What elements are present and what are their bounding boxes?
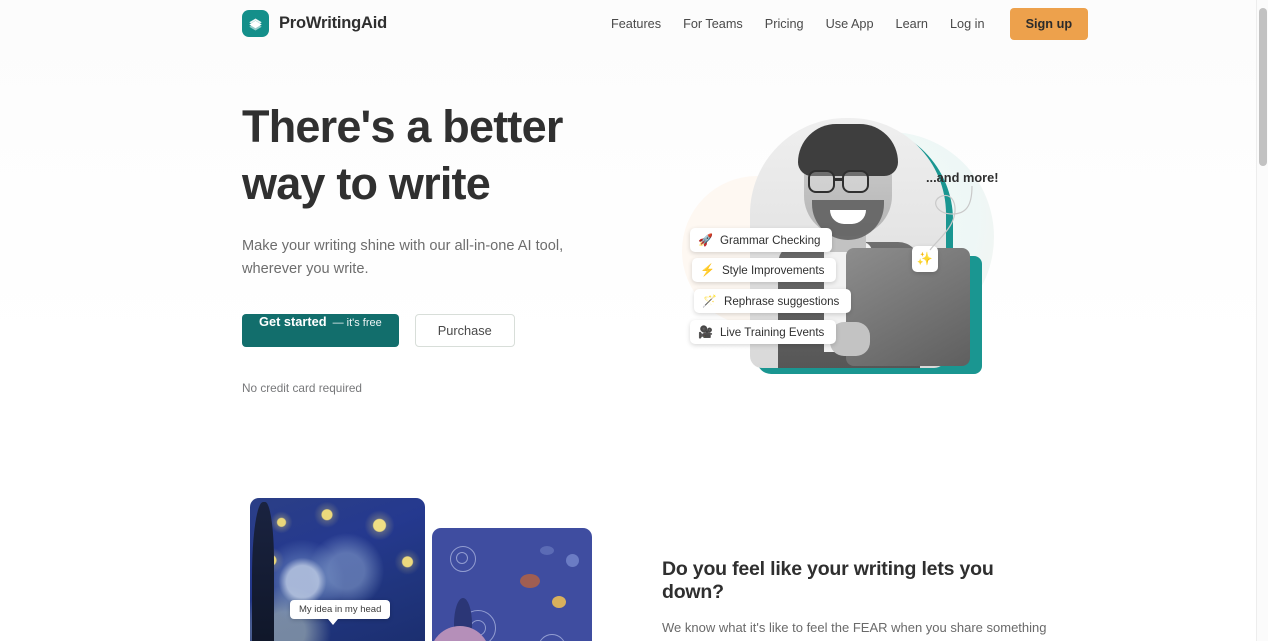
brand-logo-link[interactable]: ProWritingAid	[242, 10, 387, 37]
feature-chip-label: Live Training Events	[719, 325, 825, 339]
feature-chip-label: Grammar Checking	[719, 233, 821, 247]
feature-chip-label: Style Improvements	[721, 263, 825, 277]
page-root: ProWritingAid Features For Teams Pricing…	[0, 0, 1268, 641]
and-more-callout: ...and more!	[926, 170, 999, 185]
hero-subtitle: Make your writing shine with our all-in-…	[242, 238, 564, 277]
magic-wand-icon: 🪄	[702, 294, 717, 308]
swirl-shape	[456, 552, 468, 564]
site-header: ProWritingAid Features For Teams Pricing…	[0, 0, 1256, 48]
page-title: There's a better way to write	[242, 98, 622, 212]
star-dot	[566, 554, 579, 567]
star-dot	[520, 574, 540, 588]
section2-illustration: My idea in my head	[242, 490, 662, 641]
idea-label-pointer	[328, 619, 338, 625]
swirl-shape	[538, 634, 566, 641]
hero-title-line-2: way to write	[242, 158, 491, 209]
get-started-suffix: — it's free	[332, 317, 382, 329]
nav-item-for-teams[interactable]: For Teams	[672, 11, 754, 37]
feature-chip-label: Rephrase suggestions	[723, 294, 840, 308]
cypress-tree	[252, 502, 274, 641]
page-scrollbar[interactable]	[1256, 0, 1268, 641]
get-started-button[interactable]: Get started — it's free	[242, 314, 399, 347]
feature-chip-grammar-checking: 🚀 Grammar Checking	[690, 228, 833, 252]
nav-item-log-in[interactable]: Log in	[939, 11, 996, 37]
feature-chip-live-training-events: 🎥 Live Training Events	[690, 320, 837, 344]
section2-copy: Do you feel like your writing lets you d…	[662, 558, 1054, 641]
brand-name: ProWritingAid	[279, 14, 388, 32]
feature-chip-style-improvements: ⚡ Style Improvements	[692, 258, 837, 282]
hero-copy: There's a better way to write Make your …	[242, 98, 622, 395]
glasses-bridge	[835, 178, 844, 181]
no-credit-card-note: No credit card required	[242, 381, 362, 395]
star-dot	[552, 596, 566, 608]
stacked-pages-logo-icon	[242, 10, 269, 37]
nav-item-features[interactable]: Features	[600, 11, 672, 37]
person-hair	[798, 124, 898, 176]
section2-paragraph: We know what it's like to feel the FEAR …	[662, 620, 1047, 635]
nav-item-pricing[interactable]: Pricing	[754, 11, 815, 37]
sign-up-button[interactable]: Sign up	[1009, 8, 1089, 40]
rocket-icon: 🚀	[698, 233, 713, 247]
star-dot	[540, 546, 554, 555]
hero-cta-group: Get started — it's free Purchase	[242, 314, 622, 347]
glasses-left-lens-icon	[808, 170, 835, 193]
purchase-button[interactable]: Purchase	[414, 314, 515, 347]
hero-illustration: 🚀 Grammar Checking ⚡ Style Improvements …	[662, 96, 1012, 392]
callout-squiggle-line	[929, 185, 973, 251]
section2-heading: Do you feel like your writing lets you d…	[662, 558, 994, 603]
feature-chip-rephrase-suggestions: 🪄 Rephrase suggestions	[694, 289, 852, 313]
lightning-bolt-icon: ⚡	[700, 263, 715, 277]
main-nav: Features For Teams Pricing Use App Learn…	[600, 0, 1089, 48]
nav-item-use-app[interactable]: Use App	[815, 11, 885, 37]
simplified-painting-image	[432, 528, 592, 641]
nav-item-learn[interactable]: Learn	[885, 11, 939, 37]
idea-in-my-head-label: My idea in my head	[290, 600, 391, 619]
get-started-label: Get started	[259, 314, 327, 329]
glasses-right-lens-icon	[842, 170, 869, 193]
hero-title-line-1: There's a better	[242, 101, 563, 152]
scrollbar-thumb[interactable]	[1259, 8, 1267, 166]
video-camera-icon: 🎥	[698, 325, 713, 339]
